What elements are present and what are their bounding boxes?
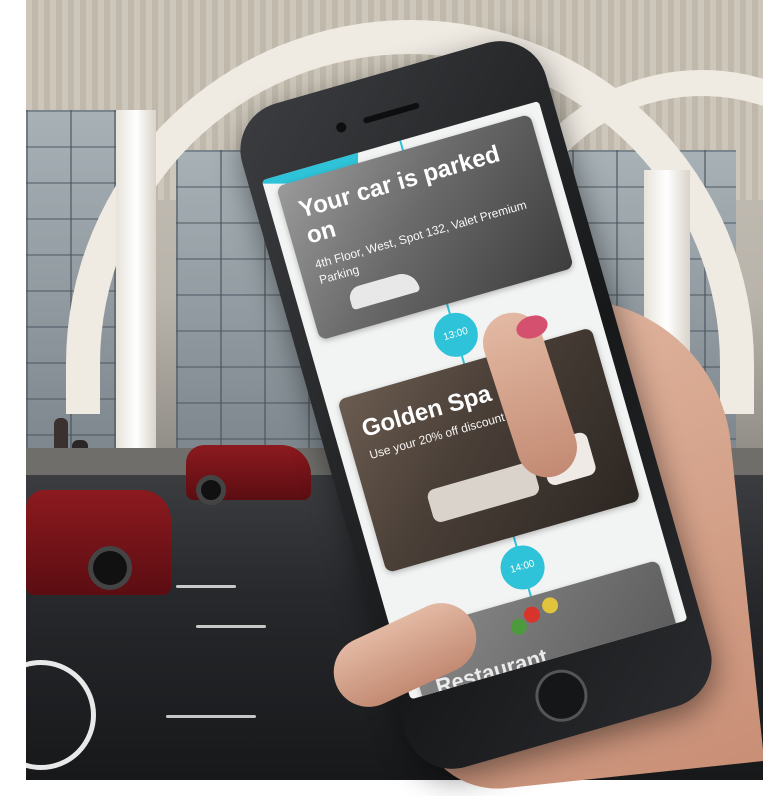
parking-card[interactable]: Your car is parked on 4th Floor, West, S… [276, 113, 574, 341]
earpiece-speaker [362, 102, 420, 124]
smartphone: Your car is parked on 4th Floor, West, S… [229, 29, 723, 781]
food-garnish [540, 595, 560, 616]
spa-sofa-image [425, 460, 541, 524]
home-button[interactable] [529, 663, 594, 728]
time-marker: 13:00 [428, 307, 484, 363]
phone-screen: Your car is parked on 4th Floor, West, S… [261, 100, 688, 700]
time-marker: 14:00 [495, 540, 550, 595]
front-camera-icon [335, 121, 348, 134]
